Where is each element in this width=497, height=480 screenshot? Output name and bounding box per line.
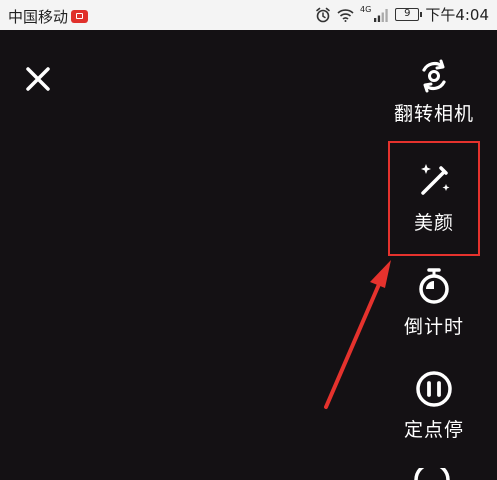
timer-icon — [419, 268, 449, 304]
status-bar: 中国移动 4G 9 下午4:04 — [0, 0, 497, 30]
pause-icon — [416, 371, 452, 407]
pause-label: 定点停 — [403, 419, 464, 441]
flip-camera-button[interactable]: 翻转相机 — [388, 57, 480, 126]
close-icon[interactable] — [22, 63, 54, 95]
carrier: 中国移动 — [8, 6, 89, 27]
flip-camera-icon — [422, 59, 446, 93]
battery-icon: 9 — [395, 8, 423, 21]
carrier-name: 中国移动 — [8, 8, 69, 26]
status-icons: 4G 9 下午4:04 — [315, 4, 489, 25]
screen-record-icon — [71, 10, 89, 23]
signal-icon — [374, 8, 389, 22]
network-type: 4G — [360, 4, 372, 14]
clock: 下午4:04 — [425, 6, 489, 24]
wifi-icon — [337, 8, 354, 22]
alarm-icon — [316, 7, 330, 22]
more-tool-icon[interactable] — [412, 468, 452, 480]
timer-label: 倒计时 — [403, 316, 464, 338]
pause-button[interactable]: 定点停 — [390, 369, 478, 442]
timer-button[interactable]: 倒计时 — [390, 266, 478, 339]
highlight-box — [388, 141, 480, 256]
flip-camera-label: 翻转相机 — [393, 103, 474, 125]
